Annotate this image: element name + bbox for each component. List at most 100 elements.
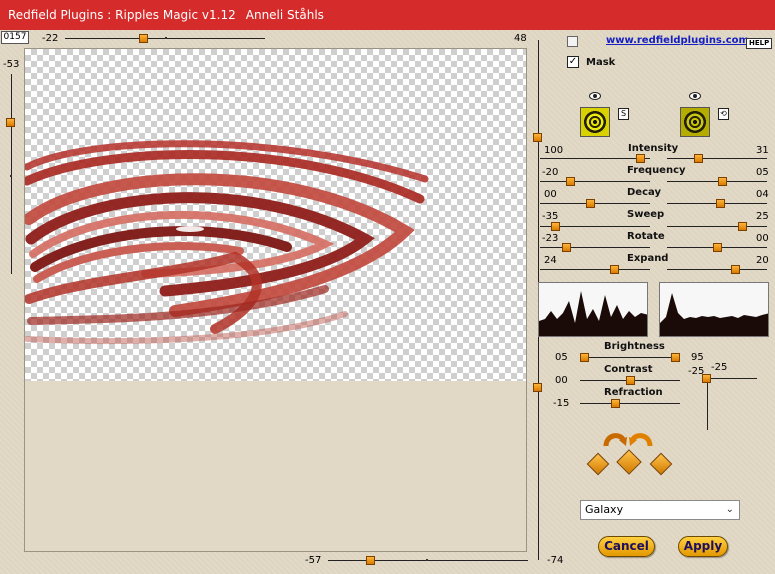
chevron-down-icon: ⌄ xyxy=(725,504,734,515)
brightness-left-value: 05 xyxy=(555,352,568,363)
bottom-slider-tick xyxy=(426,559,428,561)
preset-selected-value: Galaxy xyxy=(585,503,624,516)
bottom-slider-track[interactable] xyxy=(328,560,528,561)
frequency-right-value: 05 xyxy=(756,167,769,178)
expand-left-thumb[interactable] xyxy=(610,265,619,274)
side-vertical-track[interactable] xyxy=(707,375,708,430)
right-vertical-thumb-1[interactable] xyxy=(533,133,542,142)
expand-right-value: 20 xyxy=(756,255,769,266)
left-slider-thumb[interactable] xyxy=(6,118,15,127)
website-link[interactable]: www.redfieldplugins.com xyxy=(606,35,749,46)
refraction-left-value: -15 xyxy=(553,398,570,409)
frequency-label: Frequency xyxy=(627,165,686,176)
frequency-right-thumb[interactable] xyxy=(718,177,727,186)
sweep-left-value: -35 xyxy=(542,211,559,222)
frequency-left-thumb[interactable] xyxy=(566,177,575,186)
sweep-right-track[interactable] xyxy=(667,226,767,227)
bottom-slider-thumb[interactable] xyxy=(366,556,375,565)
decay-right-value: 04 xyxy=(756,189,769,200)
frame-counter[interactable]: 0157 xyxy=(1,31,29,44)
intensity-right-track[interactable] xyxy=(667,158,767,159)
rotate-right-value: 00 xyxy=(756,233,769,244)
expand-label: Expand xyxy=(627,253,669,264)
title-plugin: Redfield Plugins : Ripples Magic v1.12 xyxy=(8,8,236,22)
top-slider-max: 48 xyxy=(514,33,527,44)
cancel-button[interactable]: Cancel xyxy=(598,536,655,557)
title-bar: Redfield Plugins : Ripples Magic v1.12 An… xyxy=(0,0,775,30)
frequency-right-track[interactable] xyxy=(667,181,767,182)
decay-left-value: 00 xyxy=(544,189,557,200)
undo-redo-arrows-icon[interactable] xyxy=(602,428,654,450)
refraction-label: Refraction xyxy=(604,387,663,398)
brightness-label: Brightness xyxy=(604,341,665,352)
plugin-dialog: 0157 -22 48 -53 -57 -74 www.redfieldplug… xyxy=(0,30,775,574)
intensity-left-track[interactable] xyxy=(540,158,650,159)
random-all-dice-icon[interactable] xyxy=(616,449,642,475)
side-slider-mid-label: -25 xyxy=(711,362,728,373)
contrast-label: Contrast xyxy=(604,364,653,375)
help-button[interactable]: HELP xyxy=(746,38,773,49)
frequency-left-value: -20 xyxy=(542,167,559,178)
top-slider-thumb[interactable] xyxy=(139,34,148,43)
right-vertical-thumb-2[interactable] xyxy=(533,383,542,392)
waveform-right xyxy=(659,282,769,337)
rotate-left-track[interactable] xyxy=(540,247,650,248)
left-slider-label: -53 xyxy=(3,59,20,70)
intensity-label: Intensity xyxy=(628,143,679,154)
refraction-track[interactable] xyxy=(580,403,680,404)
side-horizontal-track[interactable] xyxy=(705,378,757,379)
top-slider-min: -22 xyxy=(42,33,59,44)
rotate-right-thumb[interactable] xyxy=(713,243,722,252)
side-slider-thumb[interactable] xyxy=(702,374,711,383)
intensity-right-value: 31 xyxy=(756,145,769,156)
brightness-right-value: 95 xyxy=(691,352,704,363)
apply-button[interactable]: Apply xyxy=(678,536,728,557)
brightness-track[interactable] xyxy=(580,357,680,358)
left-slider-tick xyxy=(10,175,12,177)
sweep-right-thumb[interactable] xyxy=(738,222,747,231)
random-pattern-dice-icon[interactable] xyxy=(649,452,673,476)
rotate-left-thumb[interactable] xyxy=(562,243,571,252)
preview-image xyxy=(25,49,526,381)
texture-right-button[interactable]: ⟲ xyxy=(718,108,729,120)
brightness-min-thumb[interactable] xyxy=(580,353,589,362)
preset-select[interactable]: Galaxy ⌄ xyxy=(580,500,740,520)
title-author: Anneli Ståhls xyxy=(245,8,324,22)
waveform-left xyxy=(538,282,648,337)
texture-swatch-right[interactable] xyxy=(680,107,710,137)
intensity-left-value: 100 xyxy=(544,145,564,156)
preview-pane[interactable] xyxy=(24,48,527,552)
top-slider-tick xyxy=(165,37,167,39)
contrast-thumb[interactable] xyxy=(626,376,635,385)
mask-checkbox[interactable]: ✓ xyxy=(567,56,579,68)
decay-label: Decay xyxy=(627,187,661,198)
eye-icon-2[interactable] xyxy=(689,92,701,100)
brightness-max-thumb[interactable] xyxy=(671,353,680,362)
random-small-dice-icon[interactable] xyxy=(586,452,610,476)
close-preview-box[interactable] xyxy=(567,36,578,47)
bottom-slider-max: -74 xyxy=(547,555,564,566)
intensity-right-thumb[interactable] xyxy=(694,154,703,163)
left-slider-track[interactable] xyxy=(11,74,12,274)
sweep-right-value: 25 xyxy=(756,211,769,222)
mask-label: Mask xyxy=(586,57,616,68)
texture-swatch-left[interactable] xyxy=(580,107,610,137)
expand-left-value: 24 xyxy=(544,255,557,266)
refraction-thumb[interactable] xyxy=(611,399,620,408)
bottom-slider-min: -57 xyxy=(305,555,322,566)
rotate-label: Rotate xyxy=(627,231,665,242)
intensity-left-thumb[interactable] xyxy=(636,154,645,163)
expand-right-thumb[interactable] xyxy=(731,265,740,274)
expand-right-track[interactable] xyxy=(667,269,767,270)
decay-left-track[interactable] xyxy=(540,203,650,204)
texture-left-button[interactable]: S xyxy=(618,108,629,120)
frequency-left-track[interactable] xyxy=(540,181,650,182)
eye-icon[interactable] xyxy=(589,92,601,100)
decay-left-thumb[interactable] xyxy=(586,199,595,208)
rotate-left-value: -23 xyxy=(542,233,559,244)
sweep-left-thumb[interactable] xyxy=(551,222,560,231)
ripple-render xyxy=(25,140,429,344)
expand-left-track[interactable] xyxy=(540,269,650,270)
sweep-label: Sweep xyxy=(627,209,665,220)
decay-right-thumb[interactable] xyxy=(716,199,725,208)
